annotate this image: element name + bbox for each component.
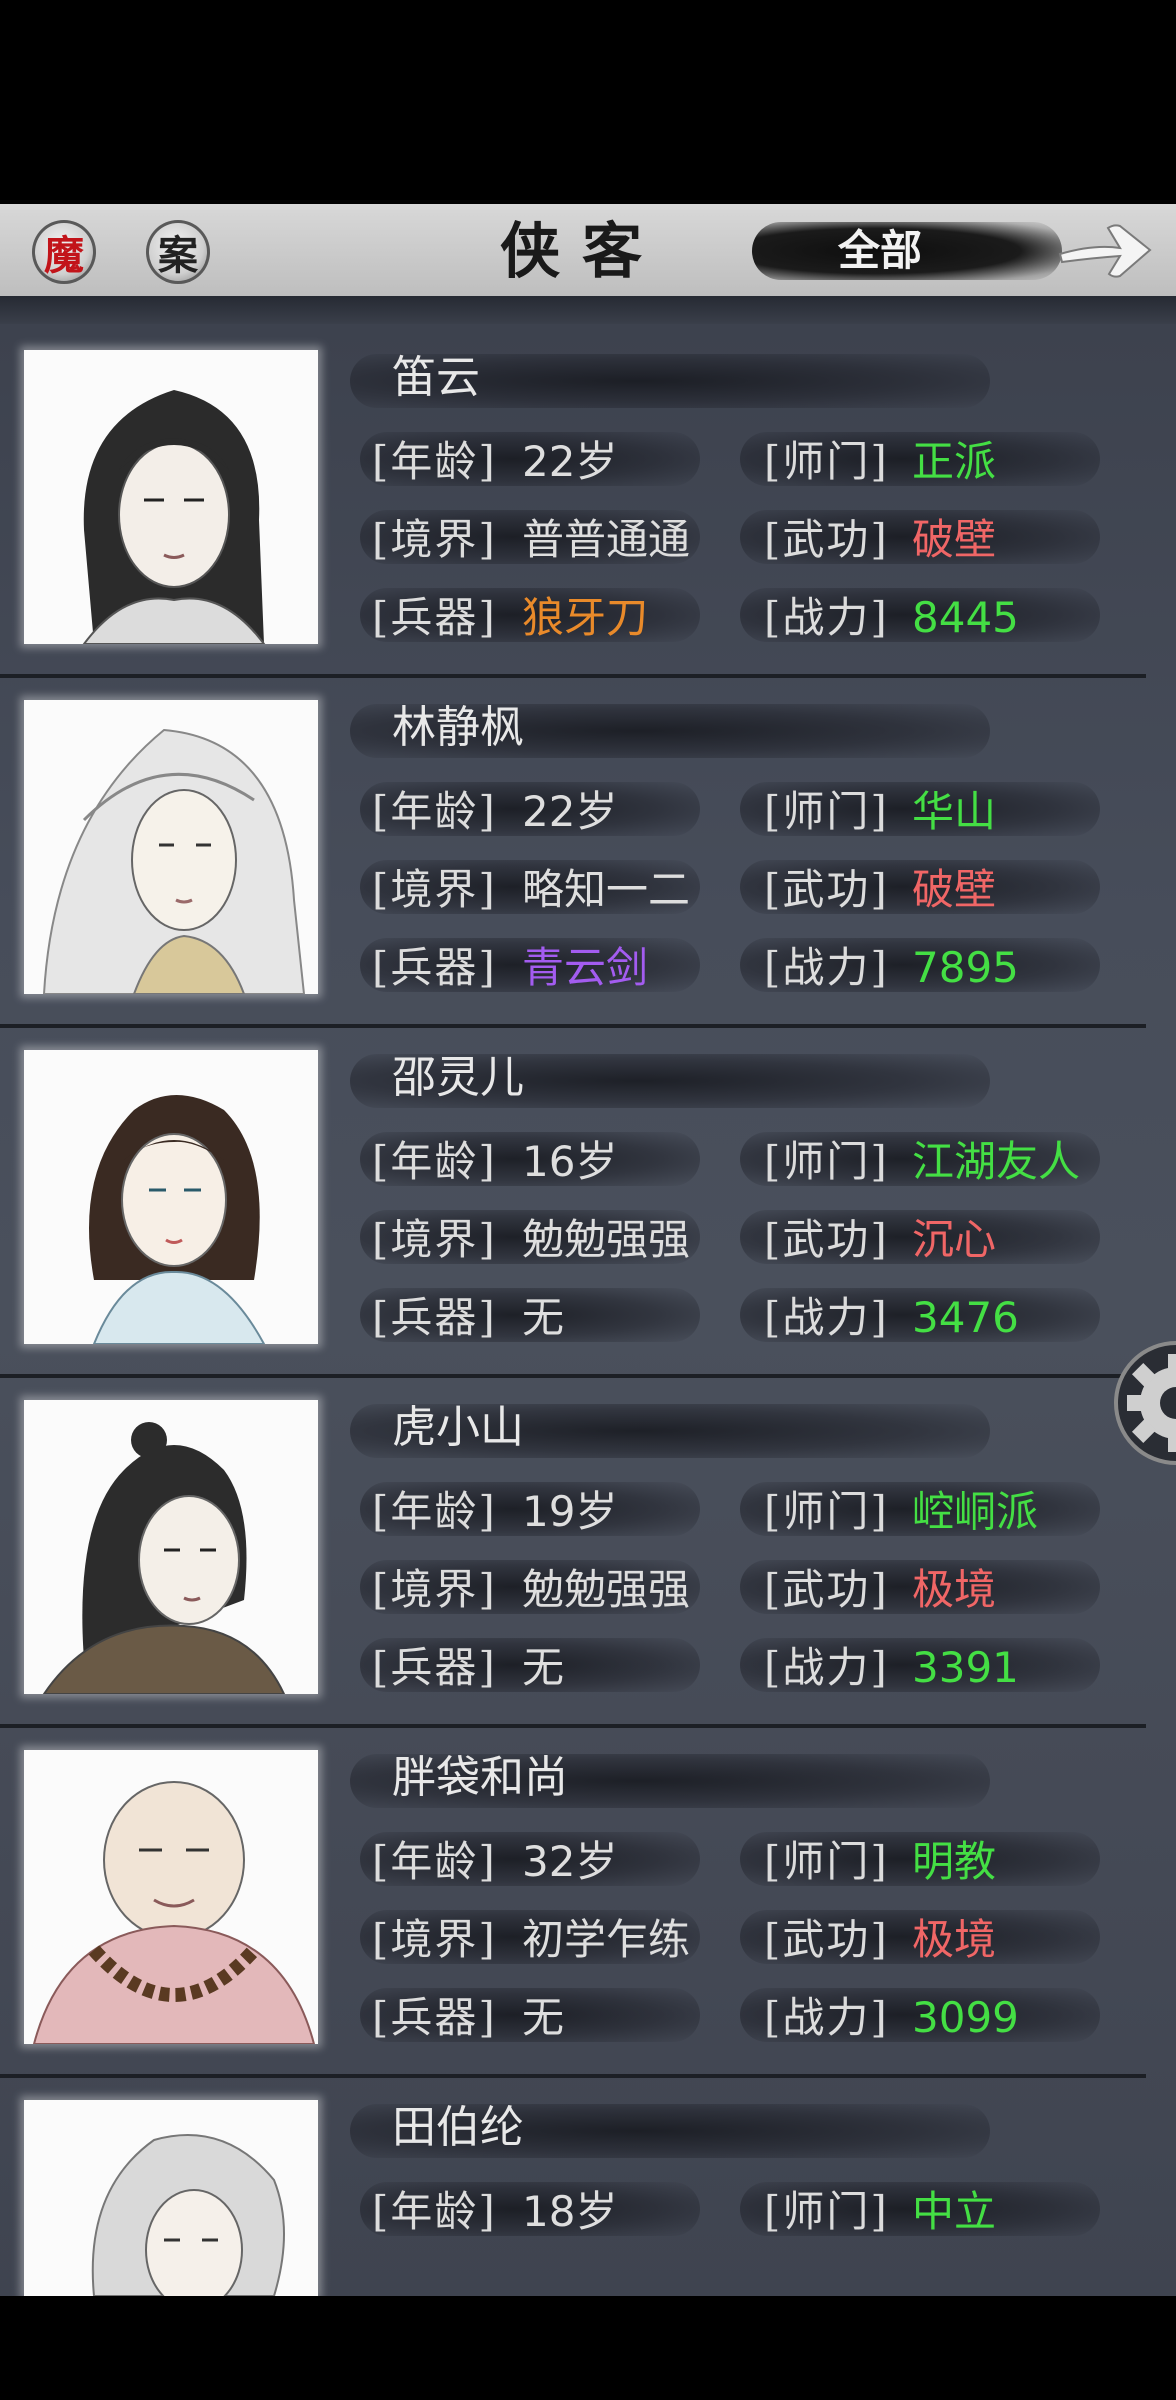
row-divider <box>0 2074 1146 2078</box>
age-label: [年龄] <box>372 2187 497 2236</box>
hero-row[interactable]: 虎小山 [年龄] 19岁 [师门] 崆峒派 [境界] 勉勉强强 [武功] 极境 … <box>0 1374 1176 1726</box>
age-value: 16岁 <box>522 1137 618 1186</box>
power-label: [战力] <box>764 593 889 642</box>
hero-row[interactable]: 笛云 [年龄] 22岁 [师门] 正派 [境界] 普普通通 [武功] 破壁 [兵… <box>0 324 1176 676</box>
sect-label: [师门] <box>764 1837 889 1886</box>
hero-row[interactable]: 邵灵儿 [年龄] 16岁 [师门] 江湖友人 [境界] 勉勉强强 [武功] 沉心… <box>0 1024 1176 1376</box>
row-divider <box>0 1374 1146 1378</box>
weapon-value: 无 <box>522 1993 565 2042</box>
sect-value: 华山 <box>912 787 997 836</box>
hero-portrait <box>24 350 318 644</box>
hero-portrait <box>24 700 318 994</box>
skill-value: 破壁 <box>912 865 997 914</box>
sect-value: 崆峒派 <box>912 1487 1039 1536</box>
power-label: [战力] <box>764 1993 889 2042</box>
weapon-value: 青云剑 <box>522 943 649 992</box>
age-value: 32岁 <box>522 1837 618 1886</box>
power-label: [战力] <box>764 1293 889 1342</box>
power-label: [战力] <box>764 943 889 992</box>
power-value: 3391 <box>912 1643 1019 1692</box>
realm-label: [境界] <box>372 1915 497 1964</box>
age-value: 19岁 <box>522 1487 618 1536</box>
sect-label: [师门] <box>764 1137 889 1186</box>
realm-label: [境界] <box>372 515 497 564</box>
hero-row[interactable]: 田伯纶 [年龄] 18岁 [师门] 中立 <box>0 2074 1176 2296</box>
realm-value: 普普通通 <box>522 515 691 564</box>
filter-dropdown-label[interactable]: 全部 <box>820 222 940 280</box>
age-label: [年龄] <box>372 1837 497 1886</box>
power-value: 8445 <box>912 593 1019 642</box>
skill-label: [武功] <box>764 1215 889 1264</box>
age-value: 22岁 <box>522 787 618 836</box>
demon-seal-button[interactable]: 魔 <box>32 220 96 284</box>
skill-label: [武功] <box>764 1915 889 1964</box>
skill-value: 沉心 <box>912 1215 997 1264</box>
top-bar-divider <box>0 296 1176 324</box>
age-label: [年龄] <box>372 1137 497 1186</box>
weapon-label: [兵器] <box>372 593 497 642</box>
realm-value: 勉勉强强 <box>522 1215 691 1264</box>
power-value: 3476 <box>912 1293 1019 1342</box>
weapon-label: [兵器] <box>372 1293 497 1342</box>
age-label: [年龄] <box>372 1487 497 1536</box>
skill-value: 极境 <box>912 1565 997 1614</box>
weapon-label: [兵器] <box>372 1643 497 1692</box>
hero-name: 胖袋和尚 <box>392 1752 568 1803</box>
sect-label: [师门] <box>764 437 889 486</box>
realm-value: 初学乍练 <box>522 1915 691 1964</box>
skill-label: [武功] <box>764 865 889 914</box>
hero-portrait <box>24 1050 318 1344</box>
power-value: 7895 <box>912 943 1019 992</box>
hero-list: 笛云 [年龄] 22岁 [师门] 正派 [境界] 普普通通 [武功] 破壁 [兵… <box>0 324 1176 2296</box>
row-divider <box>0 674 1146 678</box>
weapon-value: 无 <box>522 1293 565 1342</box>
sect-label: [师门] <box>764 2187 889 2236</box>
age-value: 18岁 <box>522 2187 618 2236</box>
realm-label: [境界] <box>372 865 497 914</box>
age-label: [年龄] <box>372 787 497 836</box>
weapon-value: 无 <box>522 1643 565 1692</box>
weapon-value: 狼牙刀 <box>522 593 649 642</box>
hero-portrait <box>24 1750 318 2044</box>
arrow-right-icon[interactable] <box>1054 214 1154 286</box>
page-title: 侠客 <box>500 217 664 287</box>
realm-label: [境界] <box>372 1215 497 1264</box>
row-divider <box>0 1024 1146 1028</box>
skill-label: [武功] <box>764 1565 889 1614</box>
hero-name: 田伯纶 <box>392 2102 524 2153</box>
skill-value: 极境 <box>912 1915 997 1964</box>
power-value: 3099 <box>912 1993 1019 2042</box>
realm-value: 勉勉强强 <box>522 1565 691 1614</box>
row-divider <box>0 1724 1146 1728</box>
age-value: 22岁 <box>522 437 618 486</box>
hero-portrait <box>24 2100 318 2296</box>
sect-value: 正派 <box>912 437 997 486</box>
hero-row[interactable]: 林静枫 [年龄] 22岁 [师门] 华山 [境界] 略知一二 [武功] 破壁 [… <box>0 674 1176 1026</box>
hero-name: 笛云 <box>392 352 480 403</box>
realm-label: [境界] <box>372 1565 497 1614</box>
skill-value: 破壁 <box>912 515 997 564</box>
weapon-label: [兵器] <box>372 1993 497 2042</box>
sect-value: 明教 <box>912 1837 997 1886</box>
skill-label: [武功] <box>764 515 889 564</box>
hero-name: 林静枫 <box>392 702 524 753</box>
sect-value: 中立 <box>912 2187 997 2236</box>
hero-portrait <box>24 1400 318 1694</box>
sect-label: [师门] <box>764 1487 889 1536</box>
realm-value: 略知一二 <box>522 865 691 914</box>
age-label: [年龄] <box>372 437 497 486</box>
hero-name: 邵灵儿 <box>392 1052 524 1103</box>
gear-icon[interactable] <box>1110 1336 1176 1470</box>
weapon-label: [兵器] <box>372 943 497 992</box>
case-seal-button[interactable]: 案 <box>146 220 210 284</box>
status-bar-area <box>0 0 1176 204</box>
power-label: [战力] <box>764 1643 889 1692</box>
hero-name: 虎小山 <box>392 1402 524 1453</box>
navigation-bar-area <box>0 2296 1176 2400</box>
sect-label: [师门] <box>764 787 889 836</box>
sect-value: 江湖友人 <box>912 1137 1081 1186</box>
hero-row[interactable]: 胖袋和尚 [年龄] 32岁 [师门] 明教 [境界] 初学乍练 [武功] 极境 … <box>0 1724 1176 2076</box>
